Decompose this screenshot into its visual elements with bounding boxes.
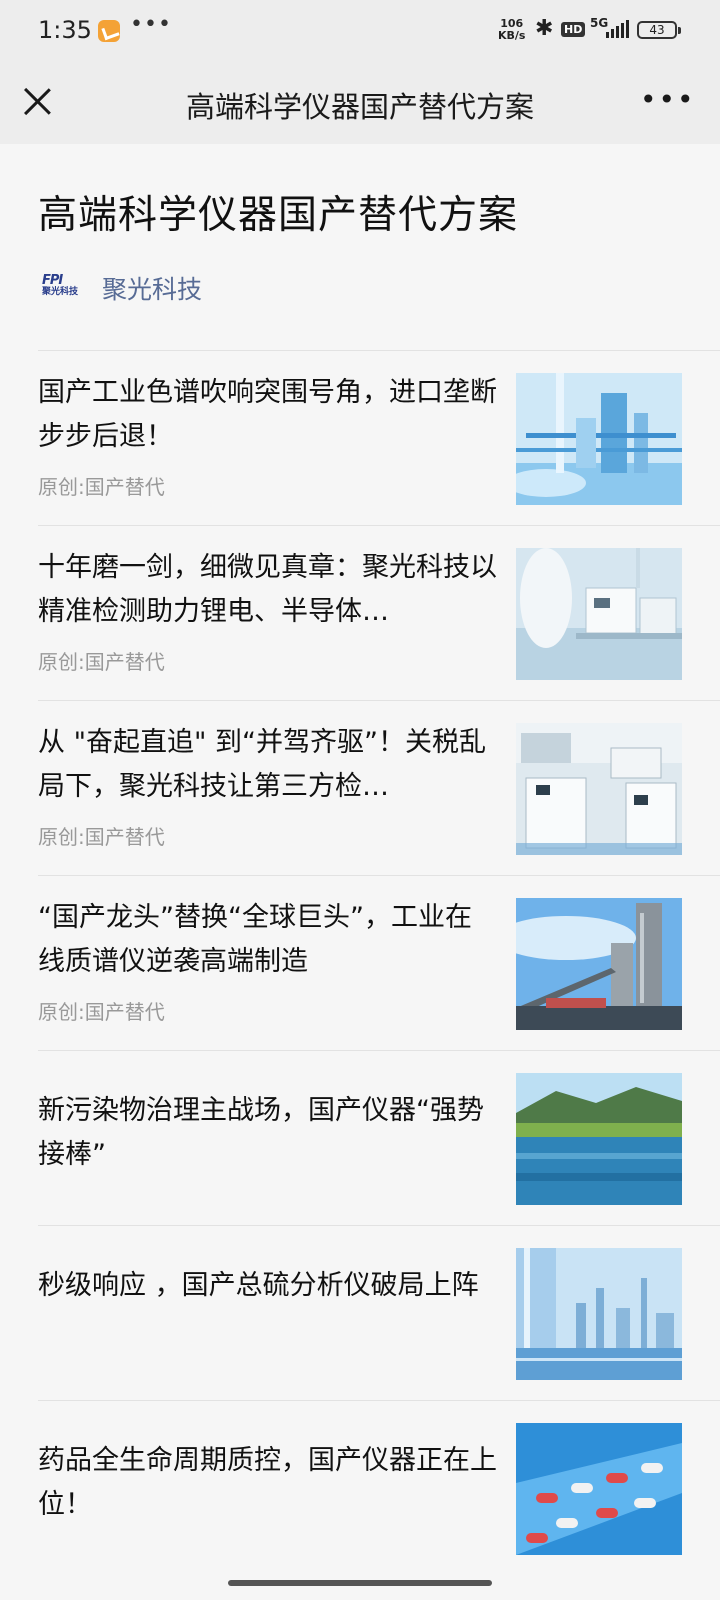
account-logo: FPI 聚光科技 (42, 273, 79, 297)
article-tag: 原创:国产替代 (38, 475, 165, 499)
article-item[interactable]: 从 "奋起直追" 到“并驾齐驱”！关税乱局下，聚光科技让第三方检… 原创:国产替… (38, 700, 720, 875)
article-item[interactable]: “国产龙头”替换“全球巨头”，工业在线质谱仪逆袭高端制造 原创:国产替代 (38, 875, 720, 1050)
lab-instruments-image (516, 548, 682, 680)
article-title[interactable]: 新污染物治理主战场，国产仪器“强势接棒” (38, 1089, 498, 1177)
article-title[interactable]: 从 "奋起直追" 到“并驾齐驱”！关税乱局下，聚光科技让第三方检… (38, 721, 498, 809)
battery-indicator: 43 (637, 21, 681, 39)
article-item[interactable]: 新污染物治理主战场，国产仪器“强势接棒” (38, 1050, 720, 1225)
article-thumbnail[interactable] (516, 548, 682, 680)
page-title: 高端科学仪器国产替代方案 (38, 193, 519, 238)
home-indicator[interactable] (228, 1580, 492, 1586)
article-thumbnail[interactable] (516, 1423, 682, 1555)
lab-bench-image (516, 723, 682, 855)
article-thumbnail[interactable] (516, 373, 682, 505)
signal-icon (606, 20, 630, 38)
article-list: 国产工业色谱吹响突围号角，进口垄断步步后退！ 原创:国产替代 十年磨一剑，细微见… (38, 350, 720, 1575)
pills-conveyor-image (516, 1423, 682, 1555)
status-time: 1:35 (38, 16, 92, 44)
article-thumbnail[interactable] (516, 1073, 682, 1205)
factory-tower-image (516, 898, 682, 1030)
article-item[interactable]: 秒级响应 ，国产总硫分析仪破局上阵 (38, 1225, 720, 1400)
bluetooth-icon: ✱ (535, 16, 554, 41)
article-title[interactable]: 国产工业色谱吹响突围号角，进口垄断步步后退！ (38, 371, 498, 459)
article-item[interactable]: 十年磨一剑，细微见真章：聚光科技以精准检测助力锂电、半导体… 原创:国产替代 (38, 525, 720, 700)
article-title[interactable]: 秒级响应 ，国产总硫分析仪破局上阵 (38, 1264, 498, 1308)
article-thumbnail[interactable] (516, 898, 682, 1030)
page-content: 高端科学仪器国产替代方案 FPI 聚光科技 聚光科技 国产工业色谱吹响突围号角，… (0, 144, 720, 1600)
more-notifications-icon: ••• (130, 12, 172, 37)
hd-badge: HD (561, 22, 586, 37)
app-notification-icon (98, 20, 120, 42)
nav-title: 高端科学仪器国产替代方案 (185, 90, 534, 124)
article-tag: 原创:国产替代 (38, 650, 165, 674)
article-tag: 原创:国产替代 (38, 825, 165, 849)
status-bar: 1:35 ••• 106 KB/s ✱ HD 5G 43 (0, 0, 720, 64)
article-item[interactable]: 国产工业色谱吹响突围号角，进口垄断步步后退！ 原创:国产替代 (38, 350, 720, 525)
article-item[interactable]: 药品全生命周期质控，国产仪器正在上位！ (38, 1400, 720, 1575)
article-tag: 原创:国产替代 (38, 1000, 165, 1024)
city-refinery-image (516, 1248, 682, 1380)
more-options-icon[interactable]: ••• (640, 86, 694, 116)
article-thumbnail[interactable] (516, 723, 682, 855)
navigation-bar: 高端科学仪器国产替代方案 ••• (0, 64, 720, 144)
industrial-plant-image (516, 373, 682, 505)
lake-landscape-image (516, 1073, 682, 1205)
article-title[interactable]: “国产龙头”替换“全球巨头”，工业在线质谱仪逆袭高端制造 (38, 896, 498, 984)
article-thumbnail[interactable] (516, 1248, 682, 1380)
network-speed: 106 KB/s (498, 17, 526, 42)
account-name[interactable]: 聚光科技 (102, 270, 202, 306)
article-title[interactable]: 十年磨一剑，细微见真章：聚光科技以精准检测助力锂电、半导体… (38, 546, 498, 634)
article-title[interactable]: 药品全生命周期质控，国产仪器正在上位！ (38, 1439, 498, 1527)
